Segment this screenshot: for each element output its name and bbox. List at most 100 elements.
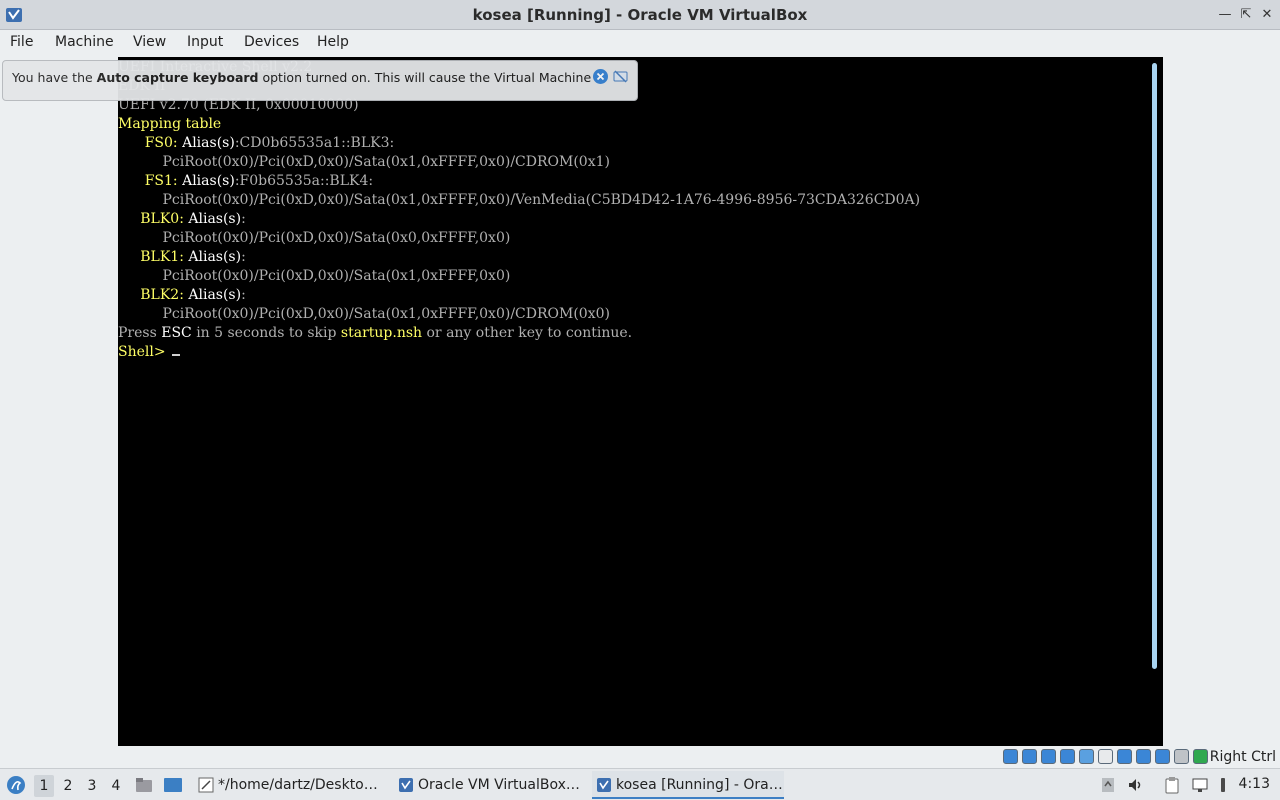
audio-icon[interactable] [1041,749,1056,764]
task-kosea-vm[interactable]: kosea [Running] - Ora… [592,771,784,799]
console-text: : [241,211,246,227]
network-icon[interactable] [1191,776,1209,794]
console-line: PciRoot(0x0)/Pci(0xD,0x0)/Sata(0x1,0xFFF… [118,192,921,211]
console-text: Alias(s) [188,211,242,227]
minimize-icon: — [1218,7,1232,22]
notification-message: You have the Auto capture keyboard optio… [12,70,608,85]
console-text: Alias(s) [188,249,242,265]
hard-disk-icon[interactable] [1003,749,1018,764]
close-button[interactable]: ✕ [1258,6,1276,24]
console-text: :CD0b65535a1::BLK3: [234,135,395,151]
console-line: PciRoot(0x0)/Pci(0xD,0x0)/Sata(0x1,0xFFF… [118,306,610,325]
menu-devices[interactable]: Devices [244,34,299,50]
workspace-1[interactable]: 1 [34,775,54,797]
close-icon [596,72,605,81]
console-line: Press ESC in 5 seconds to skip startup.n… [118,325,632,344]
console-text: PciRoot(0x0)/Pci(0xD,0x0)/Sata(0x1,0xFFF… [118,268,511,284]
maximize-button[interactable]: ⇱ [1237,6,1255,24]
console-text: in 5 seconds to skip [191,325,341,341]
title-bar: kosea [Running] - Oracle VM VirtualBox —… [0,0,1280,30]
console-text: BLK2: [118,287,189,303]
window-title: kosea [Running] - Oracle VM VirtualBox [472,6,808,24]
console-text: : [241,287,246,303]
task-text-editor[interactable]: */home/dartz/Deskto… [194,771,386,799]
volume-icon[interactable] [1127,776,1145,794]
console-text: FS1: [118,173,183,189]
console-text: Mapping table [118,116,222,132]
console-line: BLK2: Alias(s): [118,287,246,306]
workspace-2[interactable]: 2 [58,775,78,797]
video-capture-icon[interactable] [1136,749,1151,764]
virtualbox-icon [399,778,413,792]
workspace-3[interactable]: 3 [82,775,102,797]
updates-icon[interactable] [1099,776,1117,794]
usb-icon[interactable] [1079,749,1094,764]
optical-drive-icon[interactable] [1022,749,1037,764]
console-text: PciRoot(0x0)/Pci(0xD,0x0)/Sata(0x1,0xFFF… [118,154,610,170]
close-notification-button[interactable] [593,69,608,84]
menu-help[interactable]: Help [317,34,349,50]
console-text: PciRoot(0x0)/Pci(0xD,0x0)/Sata(0x0,0xFFF… [118,230,511,246]
clock: 4:13 [1238,776,1270,792]
console-text: Alias(s) [182,173,235,189]
console-text: Alias(s) [182,135,235,151]
console-text: PciRoot(0x0)/Pci(0xD,0x0)/Sata(0x1,0xFFF… [118,192,921,208]
message-hide-icon [613,70,628,83]
clipboard-icon[interactable] [1163,776,1181,794]
task-label: kosea [Running] - Ora… [616,777,783,793]
console-text: Shell> [118,344,171,360]
start-menu-icon[interactable] [6,775,26,795]
console-text: Alias(s) [188,287,242,303]
power-icon[interactable] [1214,776,1232,794]
menu-machine[interactable]: Machine [55,34,114,50]
console-line: PciRoot(0x0)/Pci(0xD,0x0)/Sata(0x0,0xFFF… [118,230,511,249]
workspace-4[interactable]: 4 [106,775,126,797]
console-text: ESC [161,325,192,341]
display-icon[interactable] [1117,749,1132,764]
console-line: PciRoot(0x0)/Pci(0xD,0x0)/Sata(0x1,0xFFF… [118,268,511,287]
shared-folders-icon[interactable] [1098,749,1113,764]
console-text: BLK0: [118,211,189,227]
console-text: startup.nsh [340,325,423,341]
menu-view[interactable]: View [133,34,166,50]
taskbar: 1 2 3 4 */home/dartz/Deskto… Oracle VM V… [0,768,1280,800]
mouse-integration-icon[interactable] [1174,749,1189,764]
file-manager-icon[interactable] [135,776,153,794]
console-text: FS0: [118,135,183,151]
console-text: :F0b65535a::BLK4: [234,173,374,189]
console-text: : [241,249,246,265]
console-line: Shell> [118,344,181,363]
console-text: BLK1: [118,249,189,265]
task-label: Oracle VM VirtualBox… [418,777,580,793]
auto-capture-notification: You have the Auto capture keyboard optio… [2,60,638,101]
do-not-show-again-button[interactable] [613,69,628,84]
network-icon[interactable] [1060,749,1075,764]
console-text: PciRoot(0x0)/Pci(0xD,0x0)/Sata(0x1,0xFFF… [118,306,610,322]
recording-icon[interactable] [1155,749,1170,764]
text-editor-icon [198,777,214,793]
task-label: */home/dartz/Deskto… [218,777,378,793]
menu-bar: File Machine View Input Devices Help [0,30,1280,57]
host-key-icon[interactable] [1193,749,1208,764]
maximize-icon: ⇱ [1240,7,1252,22]
menu-file[interactable]: File [10,34,33,50]
vm-display[interactable]: UEFI Interactive Shell v2.2EDK IIUEFI v2… [118,57,1163,746]
console-line: PciRoot(0x0)/Pci(0xD,0x0)/Sata(0x1,0xFFF… [118,154,610,173]
vm-scrollbar[interactable] [1152,63,1157,669]
host-key-label: Right Ctrl [1209,749,1276,765]
task-virtualbox-manager[interactable]: Oracle VM VirtualBox… [394,771,584,799]
console-line: FS0: Alias(s):CD0b65535a1::BLK3: [118,135,395,154]
console-line: FS1: Alias(s):F0b65535a::BLK4: [118,173,373,192]
vm-status-bar: Right Ctrl [0,746,1280,768]
minimize-button[interactable]: — [1216,6,1234,24]
console-text: Press [118,325,162,341]
console-line: BLK0: Alias(s): [118,211,246,230]
close-icon: ✕ [1261,7,1273,22]
console-line: BLK1: Alias(s): [118,249,246,268]
console-text: or any other key to continue. [422,325,633,341]
desktop-icon[interactable] [163,776,183,794]
console-line: Mapping table [118,116,221,135]
text-cursor [172,354,181,356]
menu-input[interactable]: Input [187,34,223,50]
virtualbox-vm-icon [597,778,611,792]
